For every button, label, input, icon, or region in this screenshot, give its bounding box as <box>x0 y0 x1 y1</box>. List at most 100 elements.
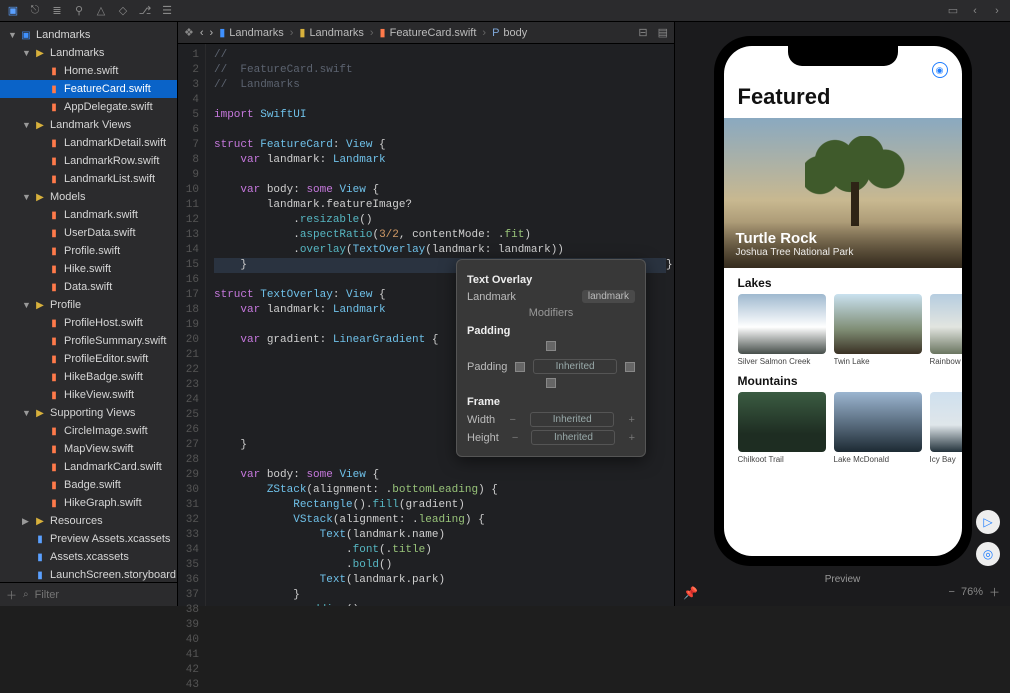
tree-item[interactable]: ▮Preview Assets.xcassets <box>0 530 177 548</box>
zoom-out-icon[interactable]: − <box>949 586 955 598</box>
filter-input[interactable] <box>35 589 177 601</box>
swiftui-inspector-popover[interactable]: Text Overlay Landmark landmark Modifiers… <box>456 259 646 457</box>
chevron-icon[interactable]: ▼ <box>22 120 30 130</box>
assistant-layout-icon[interactable]: ▭ <box>946 4 960 18</box>
jump-bar[interactable]: ❖ ‹ › ▮ Landmarks › ▮ Landmarks › ▮ Feat… <box>178 22 674 44</box>
symbol-navigator-icon[interactable]: ≣ <box>50 4 64 18</box>
device-screen[interactable]: ◉ Featured Turtle Rock Joshua Tree Natio… <box>724 46 962 556</box>
crumb-group[interactable]: ▮ Landmarks <box>299 26 363 39</box>
tree-item[interactable]: ▼▣Landmarks <box>0 26 177 44</box>
forward-icon[interactable]: › <box>990 4 1004 18</box>
padding-bottom-square[interactable] <box>467 378 635 388</box>
landmark-card[interactable]: Icy Bay <box>930 392 962 464</box>
chevron-icon[interactable]: ▼ <box>22 408 30 418</box>
tree-item[interactable]: ▮HikeGraph.swift <box>0 494 177 512</box>
hero-title: Turtle Rock <box>736 230 950 247</box>
tree-item[interactable]: ▮LandmarkList.swift <box>0 170 177 188</box>
tree-item[interactable]: ▮ProfileHost.swift <box>0 314 177 332</box>
adjust-editor-icon[interactable]: ▤ <box>658 26 668 39</box>
chevron-icon[interactable]: ▶ <box>22 516 30 527</box>
tree-item[interactable]: ▮MapView.swift <box>0 440 177 458</box>
plus-icon[interactable]: ＋ <box>6 587 17 603</box>
tree-item[interactable]: ▮Hike.swift <box>0 260 177 278</box>
profile-icon[interactable]: ◉ <box>932 62 948 78</box>
tree-item[interactable]: ▶▶Resources <box>0 512 177 530</box>
padding-left-square[interactable] <box>515 362 525 372</box>
back-history-icon[interactable]: ‹ <box>200 27 204 39</box>
issue-navigator-icon[interactable]: △ <box>94 4 108 18</box>
landmark-card[interactable]: Twin Lake <box>834 294 922 366</box>
forward-history-icon[interactable]: › <box>210 27 214 39</box>
frame-height-field[interactable]: Inherited <box>531 430 615 445</box>
tree-item-label: UserData.swift <box>64 227 136 239</box>
tree-item[interactable]: ▮AppDelegate.swift <box>0 98 177 116</box>
tree-item[interactable]: ▮Profile.swift <box>0 242 177 260</box>
tree-item[interactable]: ▮HikeBadge.swift <box>0 368 177 386</box>
tree-item[interactable]: ▮LandmarkRow.swift <box>0 152 177 170</box>
crumb-symbol[interactable]: P body <box>492 27 527 39</box>
tree-item[interactable]: ▮Assets.xcassets <box>0 548 177 566</box>
tree-item[interactable]: ▮CircleImage.swift <box>0 422 177 440</box>
related-items-icon[interactable]: ❖ <box>184 26 194 39</box>
find-navigator-icon[interactable]: ⚲ <box>72 4 86 18</box>
tree-item[interactable]: ▮LaunchScreen.storyboard <box>0 566 177 582</box>
tree-item[interactable]: ▮ProfileEditor.swift <box>0 350 177 368</box>
debug-navigator-icon[interactable]: ⎇ <box>138 4 152 18</box>
landmark-card[interactable]: Lake McDonald <box>834 392 922 464</box>
file-tree[interactable]: ▼▣Landmarks▼▶Landmarks▮Home.swift▮Featur… <box>0 22 177 582</box>
tree-item[interactable]: ▮FeatureCard.swift <box>0 80 177 98</box>
tree-item[interactable]: ▼▶Supporting Views <box>0 404 177 422</box>
plus-icon[interactable]: + <box>629 432 635 444</box>
back-icon[interactable]: ‹ <box>968 4 982 18</box>
tree-item[interactable]: ▮Landmark.swift <box>0 206 177 224</box>
tree-item[interactable]: ▮Data.swift <box>0 278 177 296</box>
tree-item[interactable]: ▮Home.swift <box>0 62 177 80</box>
tree-item[interactable]: ▼▶Landmark Views <box>0 116 177 134</box>
minus-icon[interactable]: − <box>509 414 515 426</box>
chevron-icon[interactable]: ▼ <box>22 192 30 202</box>
tree-item[interactable]: ▼▶Models <box>0 188 177 206</box>
live-preview-button[interactable]: ▷ <box>976 510 1000 534</box>
inspect-value[interactable]: landmark <box>582 290 635 303</box>
hero-card[interactable]: Turtle Rock Joshua Tree National Park <box>724 118 962 268</box>
minus-icon[interactable]: − <box>512 432 518 444</box>
card-row[interactable]: Chilkoot Trail Lake McDonaldIcy Bay <box>724 392 962 464</box>
card-caption: Chilkoot Trail <box>738 455 826 464</box>
zoom-in-icon[interactable]: ＋ <box>989 584 1000 600</box>
filter-icon[interactable]: ⌕ <box>23 589 29 600</box>
padding-value-field[interactable]: Inherited <box>533 359 617 374</box>
minimap-icon[interactable]: ⊟ <box>638 26 647 39</box>
editor-column: ❖ ‹ › ▮ Landmarks › ▮ Landmarks › ▮ Feat… <box>178 22 674 606</box>
inspect-preview-button[interactable]: ◎ <box>976 542 1000 566</box>
tree-item-label: Home.swift <box>64 65 118 77</box>
padding-top-square[interactable] <box>467 341 635 351</box>
tree-item[interactable]: ▼▶Landmarks <box>0 44 177 62</box>
tree-item[interactable]: ▮HikeView.swift <box>0 386 177 404</box>
project-navigator-icon[interactable]: ▣ <box>6 4 20 18</box>
crumb-project[interactable]: ▮ Landmarks <box>219 26 283 39</box>
landmark-card[interactable]: Chilkoot Trail <box>738 392 826 464</box>
card-row[interactable]: Silver Salmon CreekTwin LakeRainbow L <box>724 294 962 366</box>
report-navigator-icon[interactable]: ☰ <box>160 4 174 18</box>
landmark-card[interactable]: Rainbow L <box>930 294 962 366</box>
tree-item[interactable]: ▮Badge.swift <box>0 476 177 494</box>
tree-item[interactable]: ▮UserData.swift <box>0 224 177 242</box>
card-image <box>834 392 922 452</box>
chevron-icon[interactable]: ▼ <box>22 48 30 58</box>
chevron-icon[interactable]: ▼ <box>8 30 16 40</box>
landmark-card[interactable]: Silver Salmon Creek <box>738 294 826 366</box>
tree-item[interactable]: ▮LandmarkCard.swift <box>0 458 177 476</box>
crumb-file[interactable]: ▮ FeatureCard.swift <box>380 26 477 39</box>
pin-preview-icon[interactable]: 📌 <box>683 586 698 600</box>
tree-item[interactable]: ▮ProfileSummary.swift <box>0 332 177 350</box>
tree-item[interactable]: ▼▶Profile <box>0 296 177 314</box>
chevron-icon[interactable]: ▼ <box>22 300 30 310</box>
frame-width-field[interactable]: Inherited <box>530 412 614 427</box>
source-control-icon[interactable]: ⎋ <box>28 4 42 18</box>
test-navigator-icon[interactable]: ◇ <box>116 4 130 18</box>
padding-right-square[interactable] <box>625 362 635 372</box>
plus-icon[interactable]: + <box>629 414 635 426</box>
tree-item[interactable]: ▮LandmarkDetail.swift <box>0 134 177 152</box>
inspect-landmark-row: Landmark landmark <box>467 290 635 303</box>
swift-icon: ▮ <box>48 461 60 473</box>
